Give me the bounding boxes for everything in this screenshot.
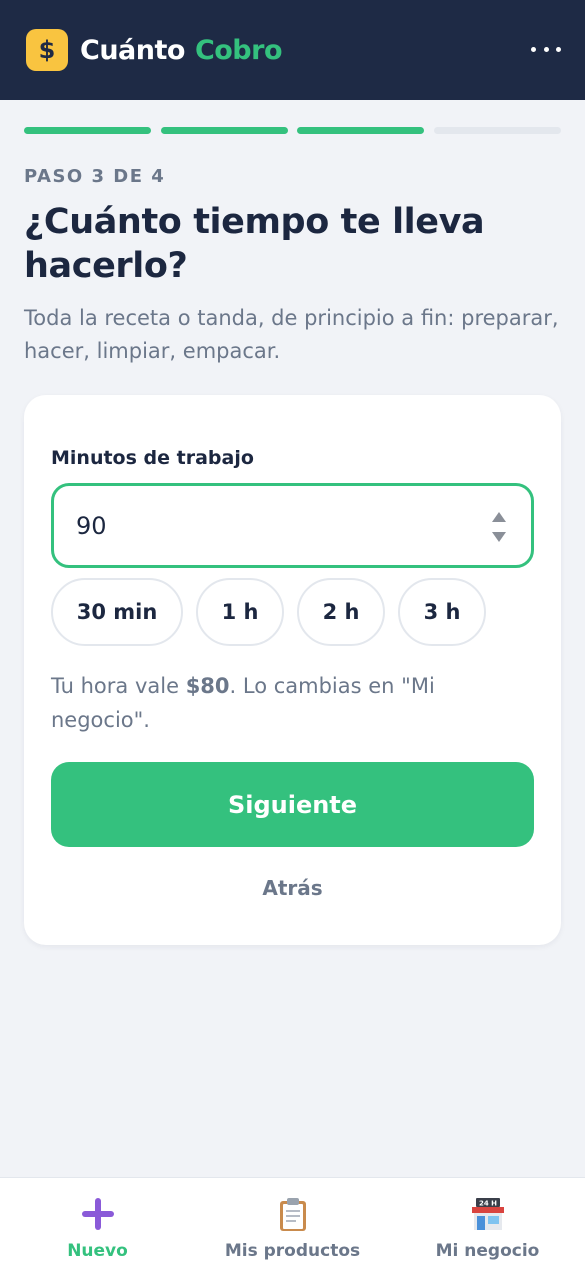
note-prefix: Tu hora vale [51,674,186,698]
app-title: Cuánto Cobro [80,34,283,66]
number-stepper[interactable] [491,510,507,544]
nav-label-mi-negocio: Mi negocio [435,1241,540,1261]
nav-item-mi-negocio[interactable]: 24 H Mi negocio [390,1178,585,1266]
app-header: $ Cuánto Cobro [0,0,585,100]
chip-2-h[interactable]: 2 h [297,578,385,646]
hourly-rate-note: Tu hora vale $80. Lo cambias en "Mi nego… [51,669,511,737]
page-title: ¿Cuánto tiempo te lleva hacerlo? [24,202,485,286]
duration-presets: 30 min 1 h 2 h 3 h [51,578,499,646]
chip-1-h[interactable]: 1 h [196,578,284,646]
stepper-up-icon[interactable] [492,512,506,522]
bottom-navigation: Nuevo Mis productos 24 H Mi negocio [0,1177,585,1266]
nav-item-nuevo[interactable]: Nuevo [0,1178,195,1266]
form-card: Minutos de trabajo 30 min 1 h 2 h 3 h Tu… [24,395,561,945]
nav-item-mis-productos[interactable]: Mis productos [195,1178,390,1266]
hourly-rate-value: $80 [185,674,230,698]
next-button[interactable]: Siguiente [51,762,534,847]
step-counter: PASO 3 DE 4 [24,166,166,187]
app-title-part1: Cuánto [80,34,185,66]
plus-icon [80,1196,116,1232]
minutes-field-label: Minutos de trabajo [51,447,254,469]
page-subtitle: Toda la receta o tanda, de principio a f… [24,306,559,363]
progress-segment-3 [297,127,425,134]
store-24h-icon: 24 H [470,1196,506,1232]
nav-label-mis-productos: Mis productos [224,1241,361,1261]
nav-label-nuevo: Nuevo [67,1241,128,1261]
more-horizontal-icon[interactable] [531,34,561,64]
step-progress-bar [24,127,561,135]
back-button[interactable]: Atrás [51,871,534,905]
chip-30-min[interactable]: 30 min [51,578,183,646]
chip-3-h[interactable]: 3 h [398,578,486,646]
dollar-logo-icon: $ [26,29,68,71]
progress-segment-2 [160,127,288,134]
progress-segment-4 [433,127,561,134]
app-title-part2: Cobro [194,34,283,66]
progress-segment-1 [24,127,151,134]
svg-text:24 H: 24 H [478,1200,496,1208]
stepper-down-icon[interactable] [492,532,506,542]
minutes-input-box[interactable] [51,483,534,568]
minutes-input[interactable] [76,511,456,540]
clipboard-icon [275,1196,311,1232]
